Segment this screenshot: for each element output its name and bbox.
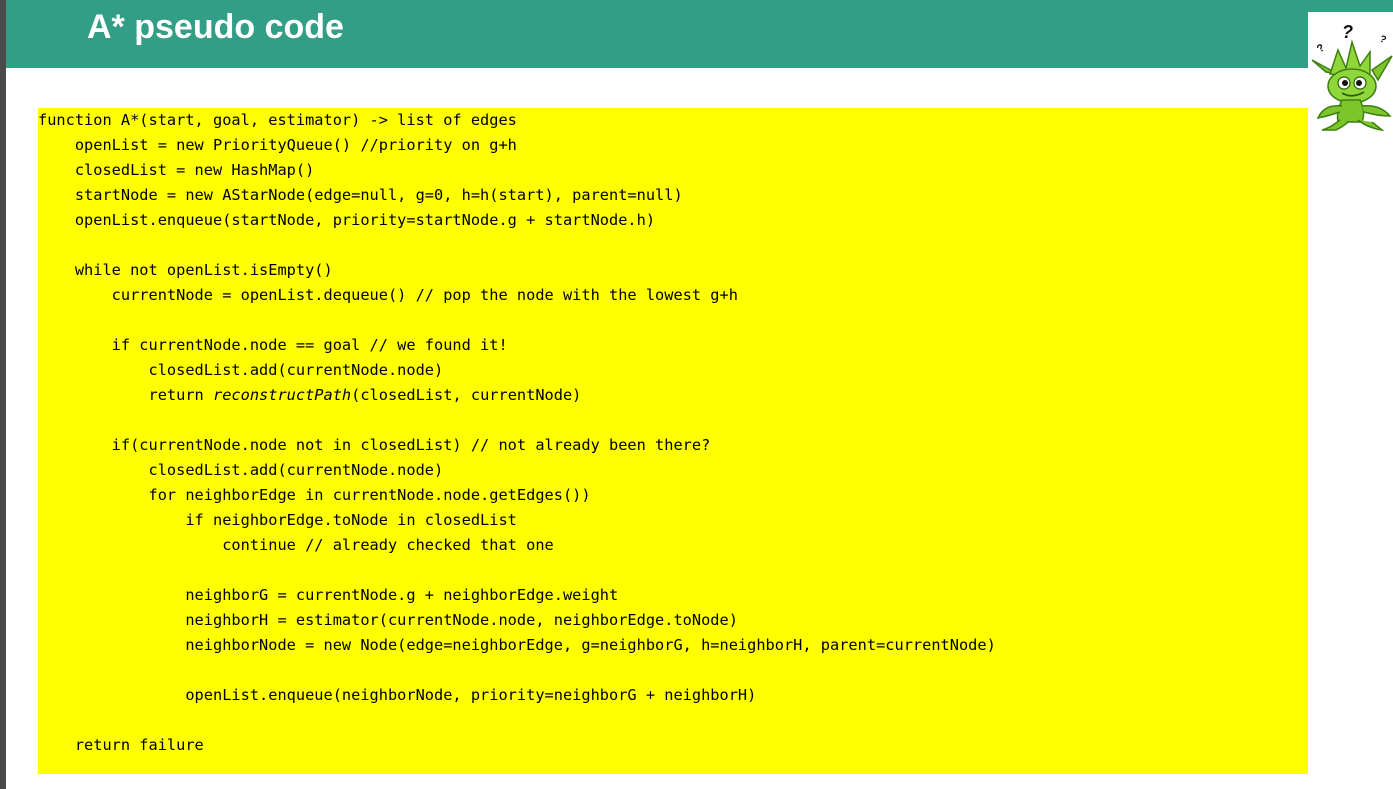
code-line: function A*(start, goal, estimator) -> l…	[38, 111, 517, 129]
code-line: neighborNode = new Node(edge=neighborEdg…	[38, 636, 996, 654]
code-line-return-path: return reconstructPath(closedList, curre…	[38, 385, 582, 405]
code-line: closedList.add(currentNode.node)	[38, 361, 444, 379]
code-line: while not openList.isEmpty()	[38, 261, 333, 279]
return-keyword: return	[38, 386, 213, 404]
code-line: if neighborEdge.toNode in closedList	[38, 511, 517, 529]
code-line: openList.enqueue(startNode, priority=sta…	[38, 211, 656, 229]
code-line: if(currentNode.node not in closedList) /…	[38, 436, 711, 454]
return-arguments: (closedList, currentNode)	[351, 386, 582, 404]
slide-left-edge	[0, 0, 6, 789]
code-line: openList = new PriorityQueue() //priorit…	[38, 136, 517, 154]
slide-title: A* pseudo code	[87, 8, 344, 46]
code-line: continue // already checked that one	[38, 536, 554, 554]
reconstruct-path-function: reconstructPath	[212, 386, 352, 404]
code-block: function A*(start, goal, estimator) -> l…	[38, 108, 1308, 774]
code-line: closedList.add(currentNode.node)	[38, 461, 444, 479]
slide: A* pseudo code function A*(start, goal, …	[0, 0, 1393, 789]
code-line: startNode = new AStarNode(edge=null, g=0…	[38, 186, 683, 204]
code-line: neighborG = currentNode.g + neighborEdge…	[38, 586, 619, 604]
title-bar: A* pseudo code	[6, 0, 1393, 68]
question-mark-icon: ?	[1342, 22, 1353, 42]
code-line: neighborH = estimator(currentNode.node, …	[38, 611, 738, 629]
code-line: openList.enqueue(neighborNode, priority=…	[38, 686, 757, 704]
code-line: for neighborEdge in currentNode.node.get…	[38, 486, 591, 504]
code-line: currentNode = openList.dequeue() // pop …	[38, 286, 738, 304]
code-line: return failure	[38, 736, 204, 754]
code-line: closedList = new HashMap()	[38, 161, 315, 179]
code-line: if currentNode.node == goal // we found …	[38, 336, 508, 354]
goblin-mascot-icon: ? ? ?	[1308, 12, 1393, 132]
